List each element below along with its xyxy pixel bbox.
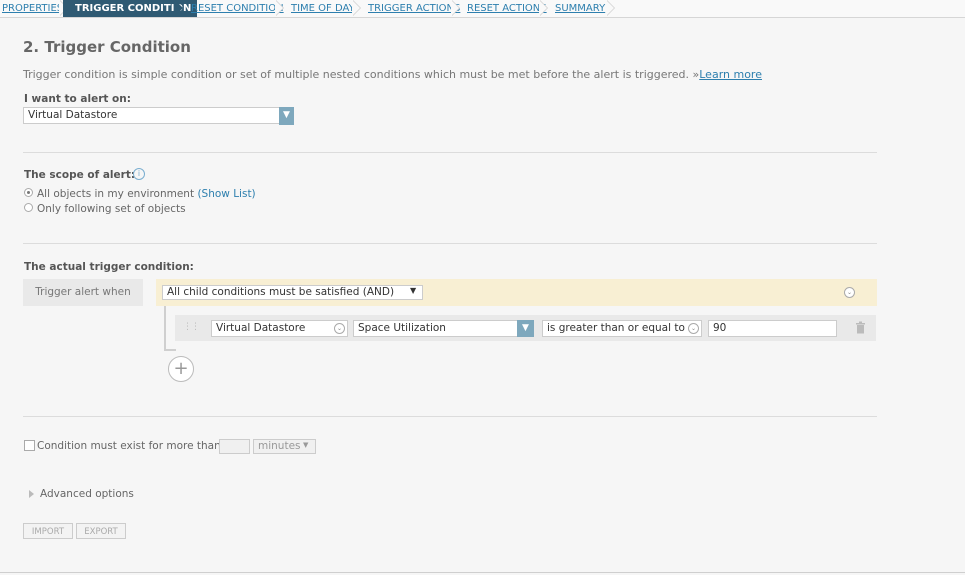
add-condition-button[interactable]: + <box>168 356 194 382</box>
section-divider <box>23 416 877 417</box>
condition-field-value: Space Utilization <box>358 322 446 334</box>
section-divider <box>23 152 877 153</box>
footer-divider <box>0 572 965 573</box>
section-divider <box>23 243 877 244</box>
step-separator <box>275 0 284 16</box>
step-reset-actions[interactable]: RESET ACTIONS <box>467 0 547 17</box>
dropdown-arrow-icon: ▼ <box>303 441 309 449</box>
collapse-group-icon[interactable]: ⌄ <box>844 287 855 298</box>
step-properties[interactable]: PROPERTIES <box>2 0 63 17</box>
advanced-options-toggle[interactable]: Advanced options <box>40 488 134 500</box>
alert-on-label: I want to alert on: <box>24 93 131 105</box>
export-button[interactable]: EXPORT <box>76 523 126 539</box>
step-separator <box>451 0 460 16</box>
tree-line <box>164 306 166 351</box>
scope-all-option[interactable]: All objects in my environment (Show List… <box>37 188 256 200</box>
show-list-link[interactable]: (Show List) <box>197 188 255 200</box>
step-trigger-actions[interactable]: TRIGGER ACTIONS <box>368 0 460 17</box>
step-summary[interactable]: SUMMARY <box>555 0 605 17</box>
chevron-down-icon[interactable]: ▼ <box>517 320 534 337</box>
chevron-down-icon[interactable]: ▼ <box>279 107 294 125</box>
step-separator <box>539 0 548 16</box>
scope-subset-radio[interactable] <box>24 203 33 212</box>
chevron-down-icon[interactable]: ⌄ <box>334 323 345 334</box>
duration-amount-input[interactable] <box>219 439 250 454</box>
condition-operator-select[interactable]: is greater than or equal to <box>542 320 702 337</box>
condition-operator-value: is greater than or equal to <box>547 322 685 334</box>
condition-field-select[interactable]: Space Utilization <box>353 320 518 337</box>
scope-subset-label[interactable]: Only following set of objects <box>37 203 186 215</box>
tree-line <box>164 349 176 351</box>
duration-label: Condition must exist for more than <box>37 440 221 452</box>
trash-icon[interactable] <box>855 321 866 334</box>
condition-value-input[interactable]: 90 <box>708 320 837 337</box>
description-text: Trigger condition is simple condition or… <box>23 68 690 81</box>
drag-handle-icon[interactable]: ⋮⋮ <box>183 322 200 332</box>
page-title: 2. Trigger Condition <box>23 38 191 56</box>
dropdown-arrow-icon: ▼ <box>410 286 417 295</box>
condition-value-text: 90 <box>713 322 727 334</box>
trigger-heading: The actual trigger condition: <box>24 261 194 273</box>
condition-object-value: Virtual Datastore <box>216 322 306 334</box>
chevron-down-icon[interactable]: ⌄ <box>688 323 699 334</box>
scope-all-label: All objects in my environment <box>37 188 195 200</box>
info-icon[interactable]: i <box>133 168 145 180</box>
scope-all-radio[interactable] <box>24 188 33 197</box>
condition-mode-value: All child conditions must be satisfied (… <box>167 286 395 298</box>
step-reset-condition[interactable]: RESET CONDITION <box>191 0 284 17</box>
step-separator <box>352 0 361 16</box>
condition-mode-select[interactable]: All child conditions must be satisfied (… <box>162 285 423 300</box>
wizard-breadcrumb: PROPERTIES TRIGGER CONDITION RESET CONDI… <box>0 0 965 18</box>
page-description: Trigger condition is simple condition or… <box>23 68 762 81</box>
step-separator <box>606 0 615 16</box>
alert-on-select[interactable]: Virtual Datastore <box>23 107 281 124</box>
import-button[interactable]: IMPORT <box>23 523 73 539</box>
duration-checkbox[interactable] <box>24 440 35 451</box>
scope-label: The scope of alert: <box>24 169 136 181</box>
trigger-when-label: Trigger alert when <box>23 279 143 306</box>
duration-unit-value: minutes <box>258 440 301 452</box>
step-separator <box>175 0 183 16</box>
expand-arrow-icon[interactable] <box>29 490 34 498</box>
learn-more-link[interactable]: Learn more <box>699 68 762 81</box>
step-time-of-day[interactable]: TIME OF DAY <box>291 0 355 17</box>
condition-object-select[interactable]: Virtual Datastore <box>211 320 348 337</box>
